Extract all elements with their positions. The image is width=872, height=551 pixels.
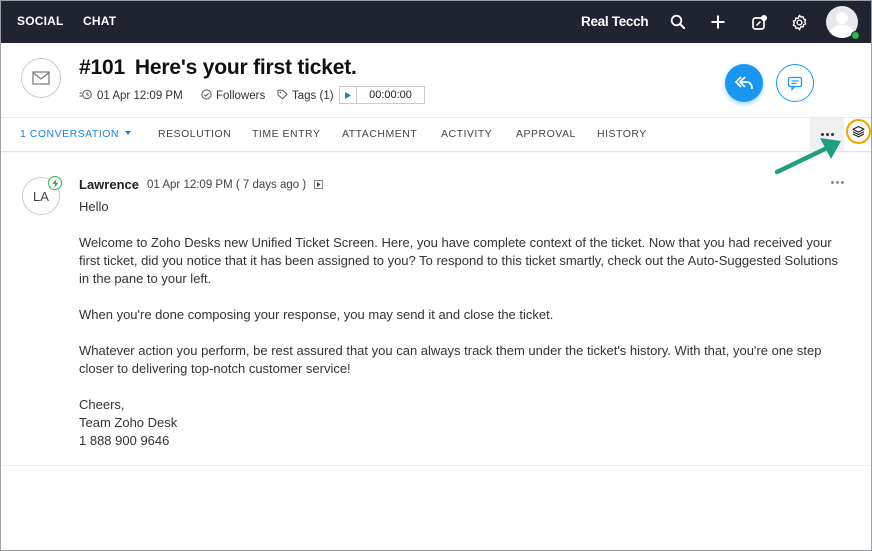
reply-all-icon bbox=[735, 76, 753, 90]
tab-history[interactable]: HISTORY bbox=[597, 128, 647, 140]
lightning-icon bbox=[48, 176, 62, 190]
plus-icon[interactable] bbox=[708, 12, 728, 32]
top-bar: SOCIAL CHAT Real Tecch bbox=[1, 1, 871, 43]
chevron-down-icon bbox=[125, 131, 131, 135]
gear-icon[interactable] bbox=[789, 12, 809, 32]
followers-label: Followers bbox=[216, 90, 266, 102]
tab-conversation[interactable]: 1 CONVERSATION bbox=[20, 128, 131, 140]
expand-details-icon[interactable] bbox=[314, 180, 323, 189]
clock-icon bbox=[79, 89, 93, 103]
brand-name[interactable]: Real Tecch bbox=[581, 14, 649, 29]
timer-value: 00:00:00 bbox=[369, 89, 412, 101]
tab-resolution[interactable]: RESOLUTION bbox=[158, 128, 231, 140]
page-title: #101 Here's your first ticket. bbox=[79, 56, 357, 80]
tab-attachment[interactable]: ATTACHMENT bbox=[342, 128, 417, 140]
message-paragraph-line: in the pane to your left. bbox=[79, 271, 212, 286]
layers-button[interactable] bbox=[846, 119, 871, 144]
message-paragraph-line: When you're done composing your response… bbox=[79, 307, 554, 322]
nav-social[interactable]: SOCIAL bbox=[17, 14, 64, 28]
thread-divider bbox=[1, 465, 871, 466]
message-phone: 1 888 900 9646 bbox=[79, 433, 170, 448]
time-tracker: 00:00:00 bbox=[339, 86, 425, 104]
online-status-dot bbox=[851, 31, 860, 40]
reply-button[interactable] bbox=[725, 64, 763, 102]
sender-name[interactable]: Lawrence bbox=[79, 177, 139, 192]
followers-link[interactable]: Followers bbox=[201, 89, 265, 103]
tab-time-entry[interactable]: TIME ENTRY bbox=[252, 128, 320, 140]
message-greeting: Hello bbox=[79, 199, 109, 214]
tab-activity[interactable]: ACTIVITY bbox=[441, 128, 492, 140]
comment-icon bbox=[787, 76, 803, 91]
ticket-date-text: 01 Apr 12:09 PM bbox=[97, 90, 183, 102]
layers-icon bbox=[852, 125, 865, 138]
edit-icon[interactable] bbox=[749, 12, 769, 32]
mail-icon bbox=[21, 58, 61, 98]
check-circle-icon bbox=[201, 89, 212, 103]
tags-link[interactable]: Tags (1) bbox=[277, 89, 334, 103]
message-paragraph-line: Welcome to Zoho Desks new Unified Ticket… bbox=[79, 235, 832, 250]
message-signature: Team Zoho Desk bbox=[79, 415, 178, 430]
message-paragraph-line: Whatever action you perform, be rest ass… bbox=[79, 343, 822, 358]
tab-approval[interactable]: APPROVAL bbox=[516, 128, 576, 140]
tags-label: Tags (1) bbox=[292, 90, 334, 102]
ticket-detail-screen: SOCIAL CHAT Real Tecch #101 Here's your f… bbox=[0, 0, 872, 551]
message-paragraph-line: closer to delivering top-notch customer … bbox=[79, 361, 351, 376]
message-paragraph-line: first ticket, did you notice that it has… bbox=[79, 253, 839, 268]
ticket-tabs: 1 CONVERSATION RESOLUTION TIME ENTRY ATT… bbox=[1, 117, 871, 152]
comment-button[interactable] bbox=[776, 64, 814, 102]
play-icon[interactable] bbox=[340, 87, 357, 103]
ticket-number: #101 bbox=[79, 56, 125, 79]
message-sign-off: Cheers, bbox=[79, 397, 125, 412]
tab-conversation-label: 1 CONVERSATION bbox=[20, 128, 119, 140]
nav-chat[interactable]: CHAT bbox=[83, 14, 116, 28]
search-icon[interactable] bbox=[668, 12, 688, 32]
sender-initials: LA bbox=[33, 188, 49, 204]
tag-icon bbox=[277, 89, 288, 103]
message-time: 01 Apr 12:09 PM ( 7 days ago ) bbox=[147, 179, 307, 191]
annotation-arrow-icon bbox=[774, 138, 841, 175]
message-more-icon[interactable] bbox=[831, 181, 844, 184]
ticket-date: 01 Apr 12:09 PM bbox=[79, 89, 183, 103]
ticket-subject: Here's your first ticket. bbox=[134, 56, 357, 79]
avatar-head bbox=[836, 12, 848, 24]
